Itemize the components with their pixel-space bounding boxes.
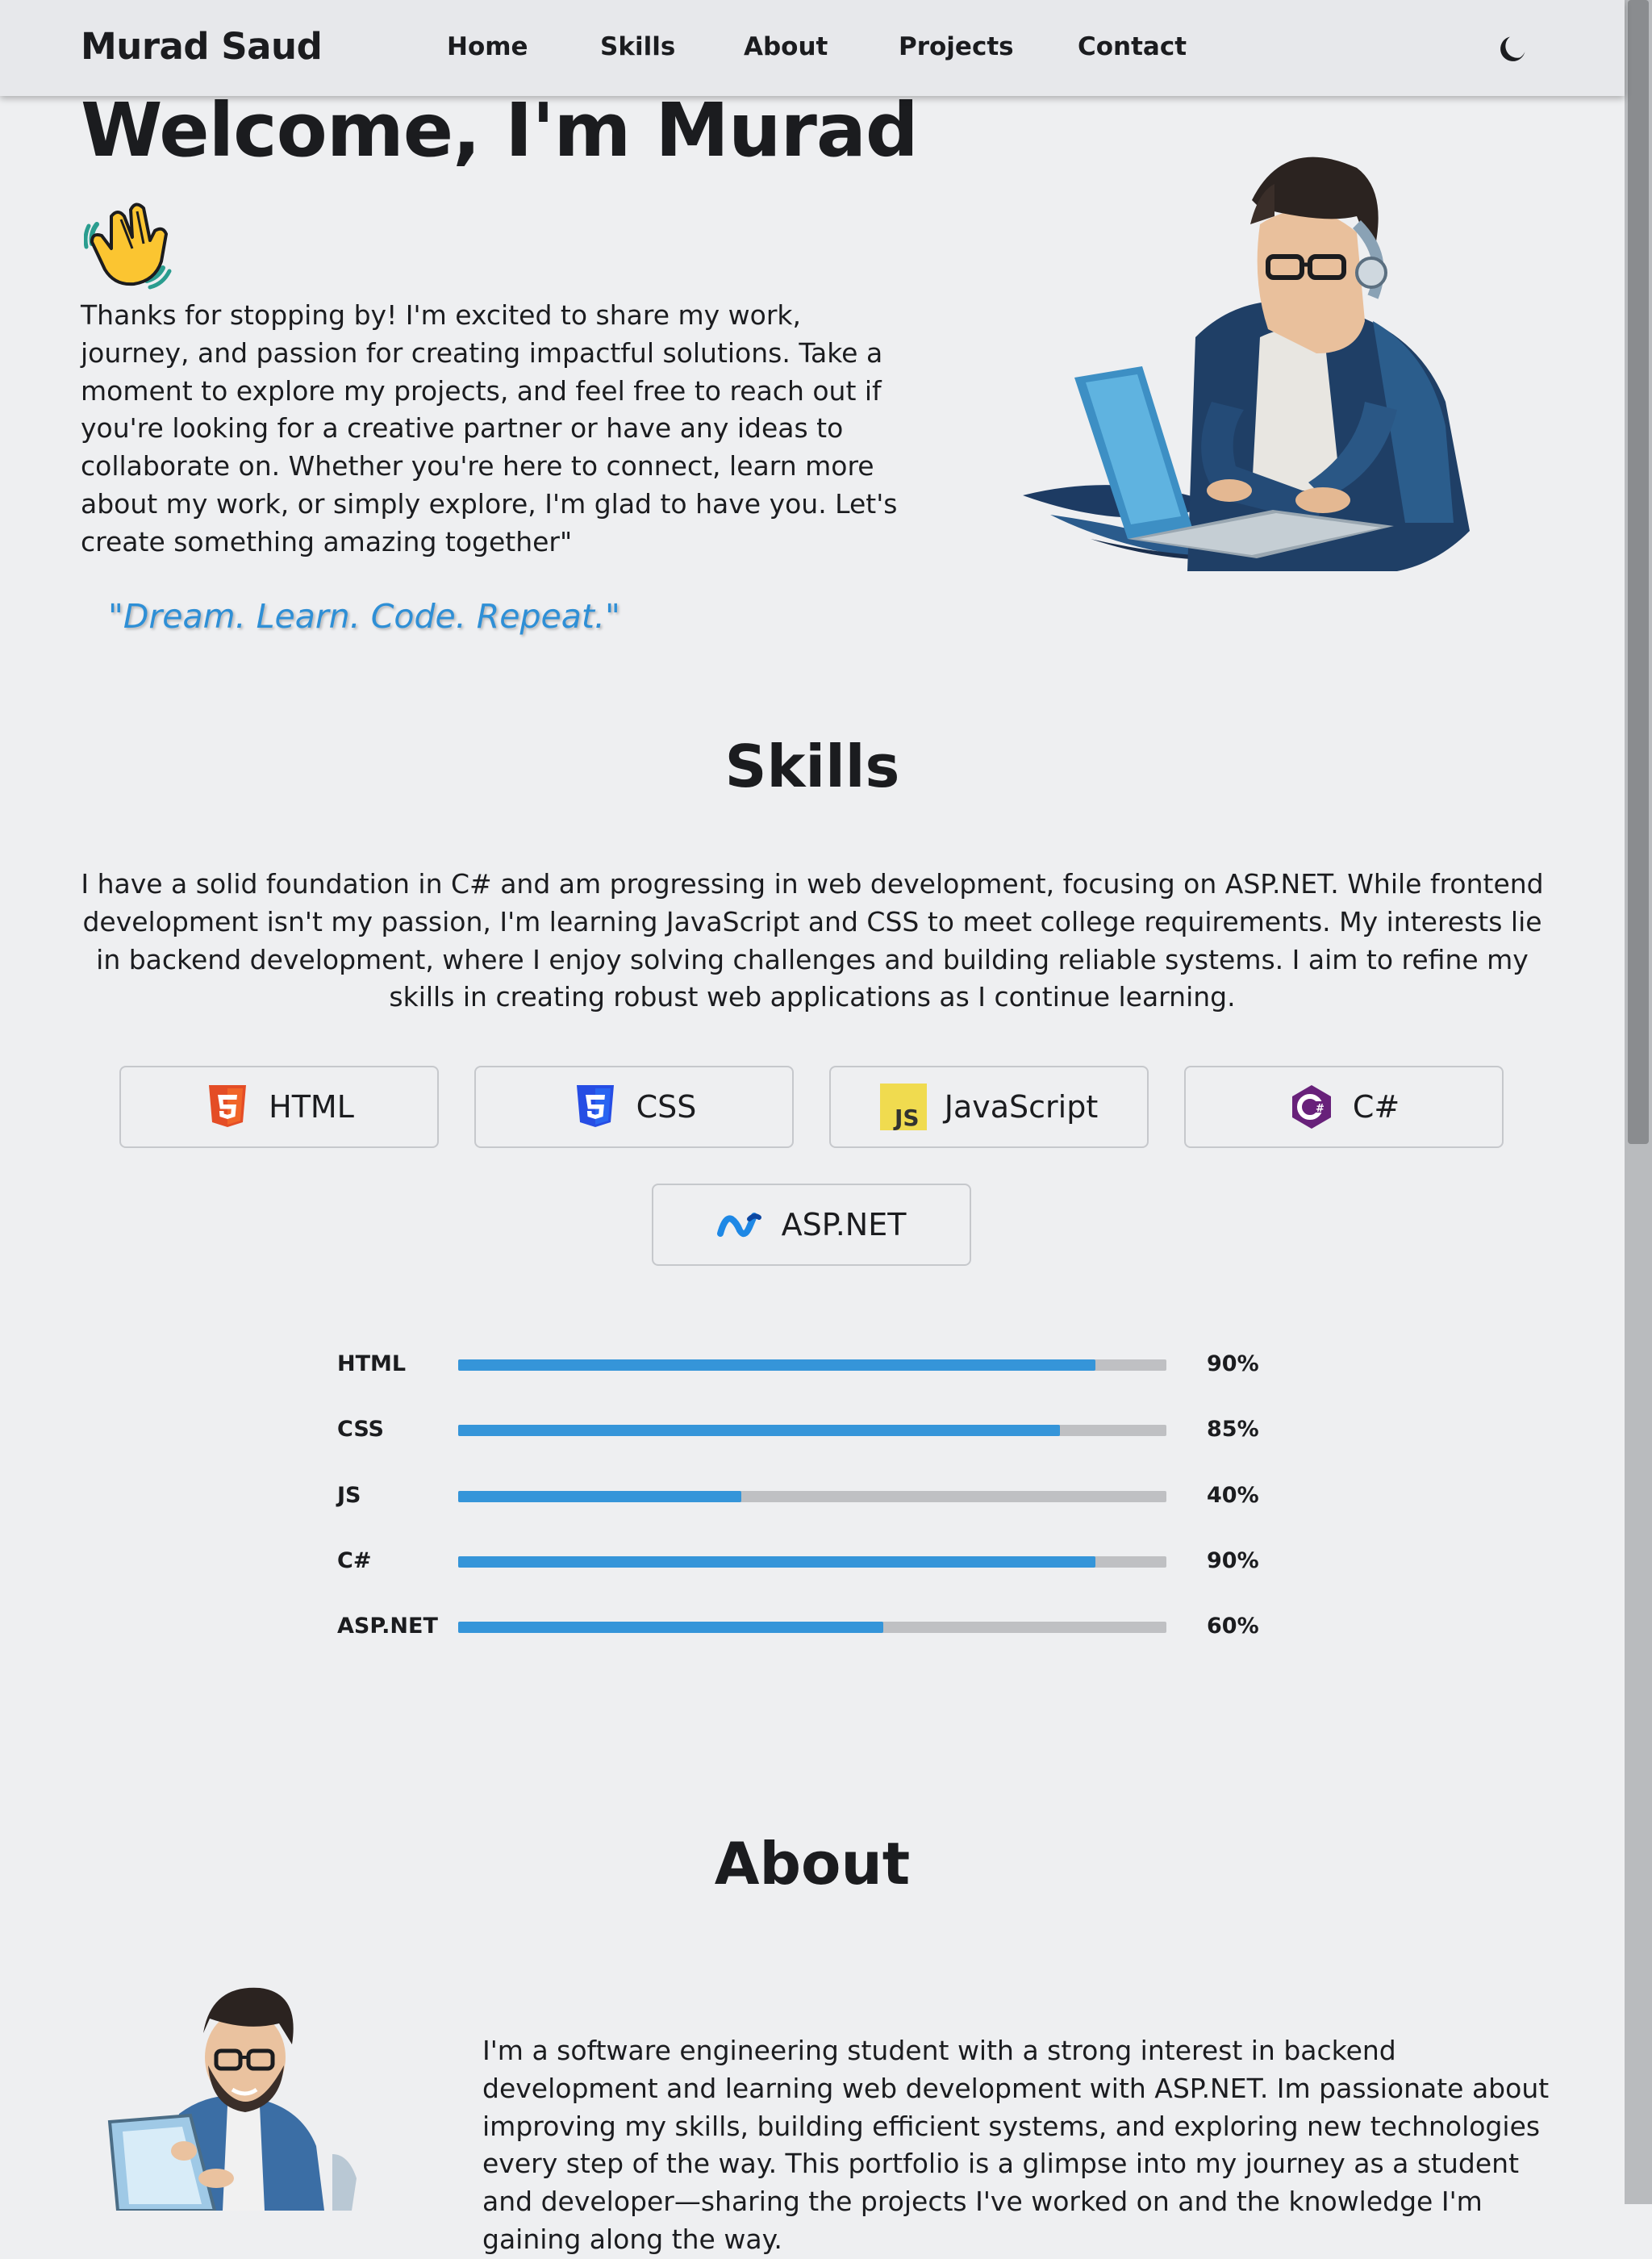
nav-link-about[interactable]: About [744,32,828,61]
skill-bar-label: C# [337,1548,372,1573]
bearded-developer-illustration [107,1987,357,2211]
skill-bar-fill [458,1622,883,1633]
skill-card-css[interactable]: CSS [474,1066,794,1148]
skill-card-label: HTML [269,1089,354,1125]
skills-description: I have a solid foundation in C# and am p… [81,868,1544,1013]
theme-toggle-button[interactable] [1496,31,1531,66]
skill-card-label: ASP.NET [781,1207,907,1242]
skill-bar-percent: 90% [1207,1351,1259,1376]
about-title: About [714,1830,911,1898]
navbar: Murad Saud Home Skills About Projects Co… [0,0,1625,96]
skill-card-label: JavaScript [944,1089,1099,1125]
javascript-icon: JS [879,1084,927,1130]
developer-with-laptop-illustration [1023,157,1470,571]
hero-title: Welcome, I'm Murad [81,87,919,173]
skill-card-csharp[interactable]: # C# [1184,1066,1504,1148]
svg-text:#: # [1316,1103,1325,1115]
css3-icon [576,1085,614,1127]
scrollbar-thumb[interactable] [1628,0,1649,1144]
hero-motto: "Dream. Learn. Code. Repeat." [108,597,620,636]
waving-hand-icon [84,203,172,290]
skill-card-html[interactable]: HTML [119,1066,439,1148]
nav-link-projects[interactable]: Projects [899,32,1014,61]
skill-bar-fill [458,1556,1096,1568]
skill-card-javascript[interactable]: JS JavaScript [829,1066,1149,1148]
csharp-icon: # [1291,1085,1331,1129]
skill-bar-label: ASP.NET [337,1614,438,1639]
skill-bar-label: HTML [337,1351,407,1376]
skill-bar-track [458,1556,1166,1568]
skill-bar-percent: 60% [1207,1614,1259,1639]
skill-bar-percent: 85% [1207,1417,1259,1442]
skill-bar-label: JS [337,1483,361,1508]
skill-bar-label: CSS [337,1417,384,1442]
nav-link-skills[interactable]: Skills [600,32,675,61]
skill-card-aspnet[interactable]: ASP.NET [652,1184,971,1266]
skill-bar-percent: 40% [1207,1483,1259,1508]
nav-link-contact[interactable]: Contact [1078,32,1187,61]
skill-bar-track [458,1425,1166,1436]
skill-card-label: CSS [636,1089,697,1125]
nav-link-home[interactable]: Home [447,32,528,61]
about-description: I'm a software engineering student with … [482,2035,1550,2255]
skill-bar-track [458,1359,1166,1371]
skill-card-label: C# [1352,1089,1400,1125]
skills-title: Skills [724,733,900,800]
hero-intro-text: Thanks for stopping by! I'm excited to s… [81,299,898,557]
skill-bar-track [458,1622,1166,1633]
svg-text:JS: JS [893,1104,920,1130]
brand-logo[interactable]: Murad Saud [81,25,323,68]
skill-bar-fill [458,1425,1061,1436]
skill-bar-track [458,1491,1166,1502]
html5-icon [209,1085,247,1127]
moon-icon [1500,36,1525,61]
skill-bar-fill [458,1491,742,1502]
dotnet-icon [716,1213,761,1238]
page-scrollbar[interactable] [1625,0,1652,2204]
skill-bar-percent: 90% [1207,1548,1259,1573]
skill-bar-fill [458,1359,1096,1371]
